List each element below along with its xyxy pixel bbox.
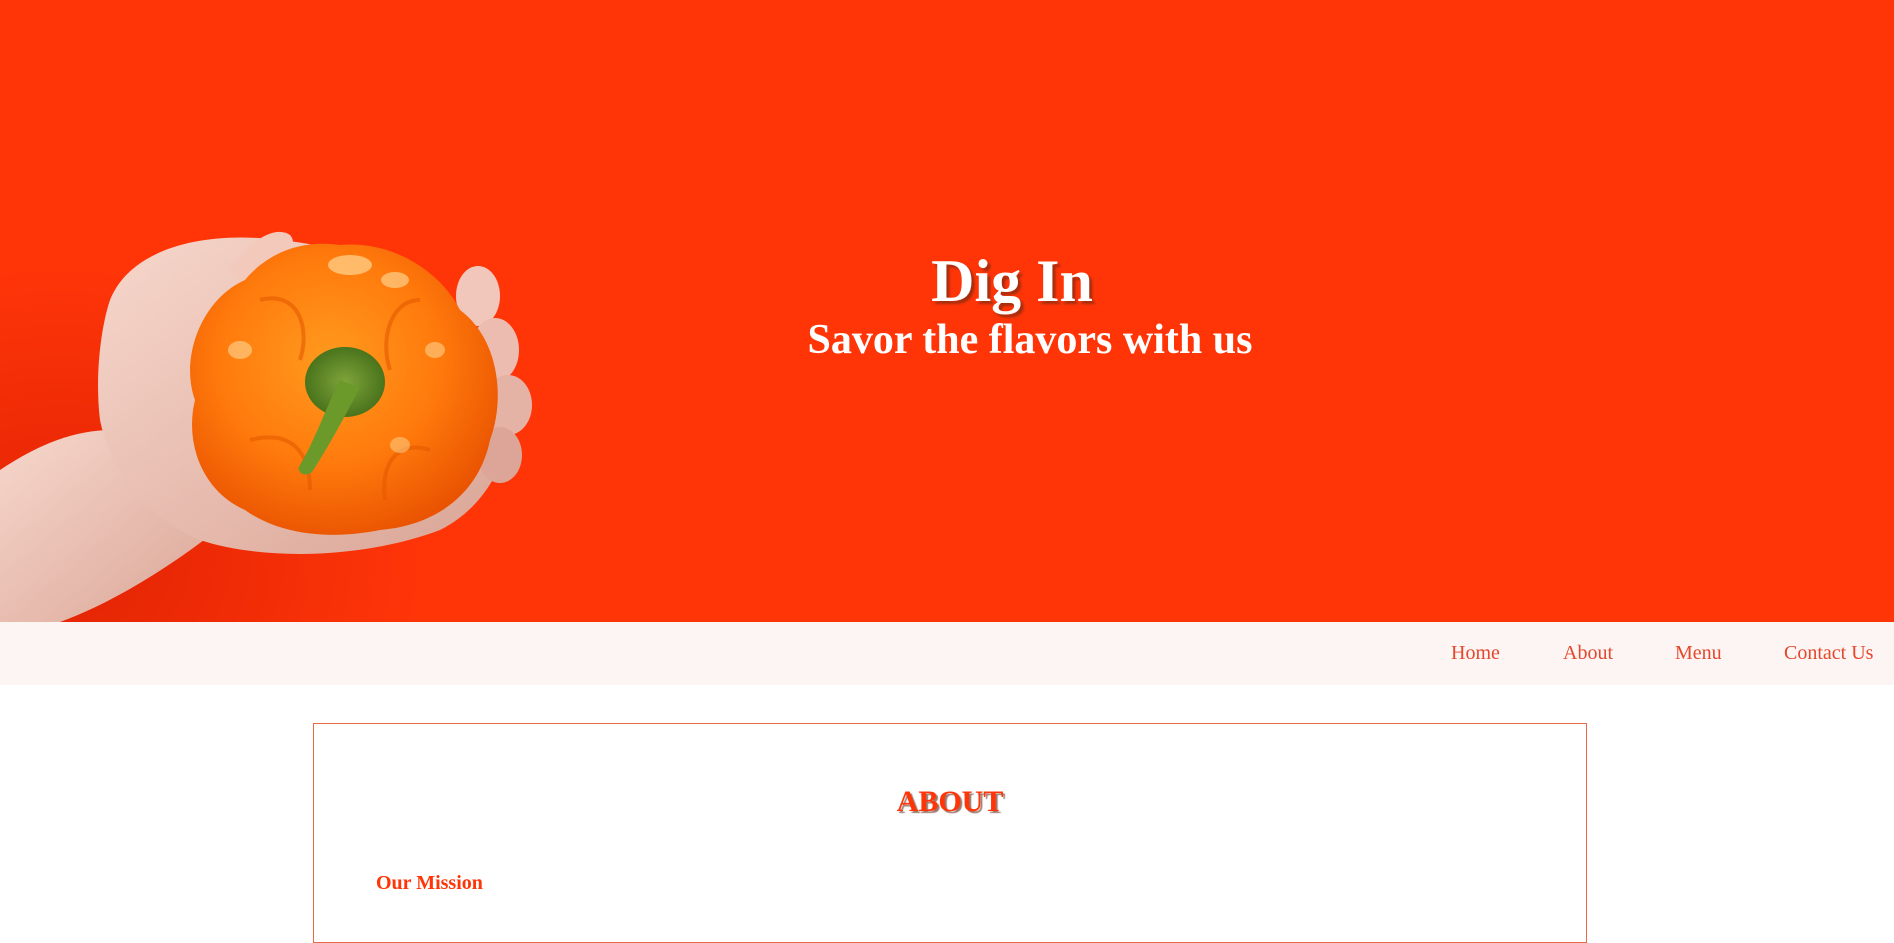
mission-heading: Our Mission [376,872,483,894]
hero-banner: Dig In Savor the flavors with us [0,0,1894,622]
site-tagline: Savor the flavors with us [807,317,1253,363]
nav-link-home[interactable]: Home [1451,622,1500,685]
nav-link-menu[interactable]: Menu [1675,622,1722,685]
about-heading: ABOUT [896,785,1004,818]
nav-link-about[interactable]: About [1563,622,1613,685]
main-nav: Home About Menu Contact Us [0,622,1894,685]
about-section: ABOUT Our Mission [313,723,1587,943]
site-title: Dig In [931,248,1093,314]
nav-link-contact[interactable]: Contact Us [1784,622,1873,685]
